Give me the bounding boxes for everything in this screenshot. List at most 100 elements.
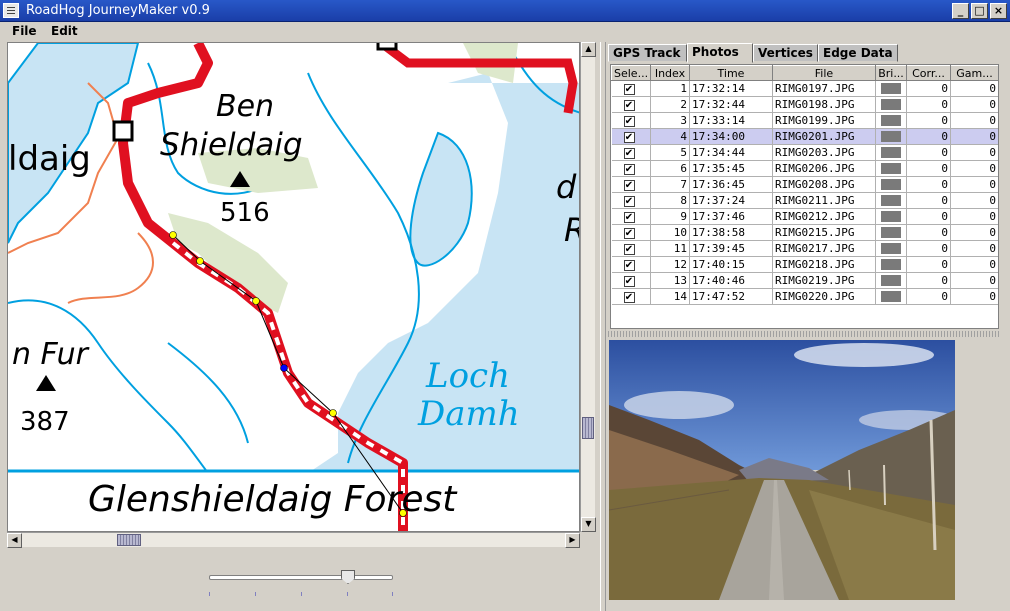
brightness-cell[interactable] <box>875 256 907 273</box>
table-row[interactable]: ✔ 6 17:35:45 RIMG0206.JPG 0 0 <box>611 160 998 177</box>
correction-cell[interactable]: 0 <box>906 192 951 209</box>
gamma-cell[interactable]: 0 <box>950 80 998 97</box>
table-row[interactable]: ✔ 11 17:39:45 RIMG0217.JPG 0 0 <box>611 240 998 257</box>
vertical-scroll-thumb[interactable] <box>582 417 594 439</box>
column-header-file[interactable]: File <box>772 65 876 81</box>
brightness-cell[interactable] <box>875 240 907 257</box>
column-header-time[interactable]: Time <box>689 65 773 81</box>
select-cell[interactable]: ✔ <box>611 112 651 129</box>
photos-table[interactable]: Sele... Index Time File Bri... Corr... G… <box>610 64 999 329</box>
brightness-cell[interactable] <box>875 144 907 161</box>
check-icon[interactable]: ✔ <box>623 276 635 287</box>
zoom-slider-track[interactable] <box>209 575 393 580</box>
table-row[interactable]: ✔ 7 17:36:45 RIMG0208.JPG 0 0 <box>611 176 998 193</box>
correction-cell[interactable]: 0 <box>906 288 951 305</box>
correction-cell[interactable]: 0 <box>906 128 951 145</box>
column-header-gamma[interactable]: Gam... <box>950 65 998 81</box>
check-icon[interactable]: ✔ <box>623 100 635 111</box>
correction-cell[interactable]: 0 <box>906 80 951 97</box>
scroll-down-button[interactable]: ▼ <box>581 517 596 532</box>
select-cell[interactable]: ✔ <box>611 128 651 145</box>
vertical-split-handle[interactable] <box>608 331 1000 337</box>
check-icon[interactable]: ✔ <box>623 292 635 303</box>
check-icon[interactable]: ✔ <box>623 196 635 207</box>
column-header-selected[interactable]: Sele... <box>611 65 651 81</box>
tab-edge-data[interactable]: Edge Data <box>818 44 898 62</box>
gamma-cell[interactable]: 0 <box>950 240 998 257</box>
correction-cell[interactable]: 0 <box>906 240 951 257</box>
gamma-cell[interactable]: 0 <box>950 192 998 209</box>
tab-gps-track[interactable]: GPS Track <box>608 44 687 62</box>
correction-cell[interactable]: 0 <box>906 144 951 161</box>
gamma-cell[interactable]: 0 <box>950 160 998 177</box>
column-header-correction[interactable]: Corr... <box>906 65 951 81</box>
select-cell[interactable]: ✔ <box>611 176 651 193</box>
check-icon[interactable]: ✔ <box>623 132 635 143</box>
check-icon[interactable]: ✔ <box>623 116 635 127</box>
table-row[interactable]: ✔ 3 17:33:14 RIMG0199.JPG 0 0 <box>611 112 998 129</box>
select-cell[interactable]: ✔ <box>611 96 651 113</box>
split-divider[interactable] <box>600 42 606 611</box>
brightness-cell[interactable] <box>875 272 907 289</box>
table-row[interactable]: ✔ 10 17:38:58 RIMG0215.JPG 0 0 <box>611 224 998 241</box>
scroll-right-button[interactable]: ▶ <box>565 533 580 548</box>
check-icon[interactable]: ✔ <box>623 148 635 159</box>
check-icon[interactable]: ✔ <box>623 228 635 239</box>
check-icon[interactable]: ✔ <box>623 164 635 175</box>
table-row[interactable]: ✔ 13 17:40:46 RIMG0219.JPG 0 0 <box>611 272 998 289</box>
brightness-cell[interactable] <box>875 128 907 145</box>
table-row[interactable]: ✔ 2 17:32:44 RIMG0198.JPG 0 0 <box>611 96 998 113</box>
minimize-button[interactable]: _ <box>952 3 969 19</box>
gamma-cell[interactable]: 0 <box>950 112 998 129</box>
app-menu-icon[interactable] <box>3 3 19 18</box>
select-cell[interactable]: ✔ <box>611 160 651 177</box>
column-header-brightness[interactable]: Bri... <box>875 65 907 81</box>
correction-cell[interactable]: 0 <box>906 112 951 129</box>
table-row[interactable]: ✔ 4 17:34:00 RIMG0201.JPG 0 0 <box>611 128 998 145</box>
table-row[interactable]: ✔ 1 17:32:14 RIMG0197.JPG 0 0 <box>611 80 998 97</box>
menu-edit[interactable]: Edit <box>51 24 78 38</box>
table-row[interactable]: ✔ 12 17:40:15 RIMG0218.JPG 0 0 <box>611 256 998 273</box>
map-canvas[interactable]: Ben Shieldaig 516 ldaig n Fur 387 Loch D… <box>8 43 580 532</box>
scroll-left-button[interactable]: ◀ <box>7 533 22 548</box>
horizontal-scroll-thumb[interactable] <box>117 534 141 546</box>
check-icon[interactable]: ✔ <box>623 84 635 95</box>
gamma-cell[interactable]: 0 <box>950 208 998 225</box>
gamma-cell[interactable]: 0 <box>950 144 998 161</box>
correction-cell[interactable]: 0 <box>906 224 951 241</box>
gamma-cell[interactable]: 0 <box>950 96 998 113</box>
check-icon[interactable]: ✔ <box>623 244 635 255</box>
gamma-cell[interactable]: 0 <box>950 176 998 193</box>
table-row[interactable]: ✔ 14 17:47:52 RIMG0220.JPG 0 0 <box>611 288 998 305</box>
check-icon[interactable]: ✔ <box>623 260 635 271</box>
brightness-cell[interactable] <box>875 112 907 129</box>
column-header-index[interactable]: Index <box>650 65 690 81</box>
brightness-cell[interactable] <box>875 80 907 97</box>
zoom-slider-thumb[interactable] <box>341 570 355 584</box>
brightness-cell[interactable] <box>875 208 907 225</box>
menu-file[interactable]: File <box>12 24 37 38</box>
check-icon[interactable]: ✔ <box>623 212 635 223</box>
select-cell[interactable]: ✔ <box>611 272 651 289</box>
brightness-cell[interactable] <box>875 192 907 209</box>
brightness-cell[interactable] <box>875 160 907 177</box>
correction-cell[interactable]: 0 <box>906 208 951 225</box>
brightness-cell[interactable] <box>875 96 907 113</box>
select-cell[interactable]: ✔ <box>611 192 651 209</box>
select-cell[interactable]: ✔ <box>611 224 651 241</box>
map-horizontal-scrollbar[interactable]: ◀ ▶ <box>7 532 580 548</box>
table-row[interactable]: ✔ 5 17:34:44 RIMG0203.JPG 0 0 <box>611 144 998 161</box>
brightness-cell[interactable] <box>875 224 907 241</box>
gamma-cell[interactable]: 0 <box>950 288 998 305</box>
select-cell[interactable]: ✔ <box>611 256 651 273</box>
tab-vertices[interactable]: Vertices <box>753 44 818 62</box>
correction-cell[interactable]: 0 <box>906 272 951 289</box>
close-button[interactable]: × <box>990 3 1007 19</box>
scroll-up-button[interactable]: ▲ <box>581 42 596 57</box>
tab-photos[interactable]: Photos <box>687 43 753 63</box>
table-row[interactable]: ✔ 8 17:37:24 RIMG0211.JPG 0 0 <box>611 192 998 209</box>
gamma-cell[interactable]: 0 <box>950 224 998 241</box>
gamma-cell[interactable]: 0 <box>950 272 998 289</box>
correction-cell[interactable]: 0 <box>906 96 951 113</box>
map-view[interactable]: Ben Shieldaig 516 ldaig n Fur 387 Loch D… <box>7 42 580 532</box>
